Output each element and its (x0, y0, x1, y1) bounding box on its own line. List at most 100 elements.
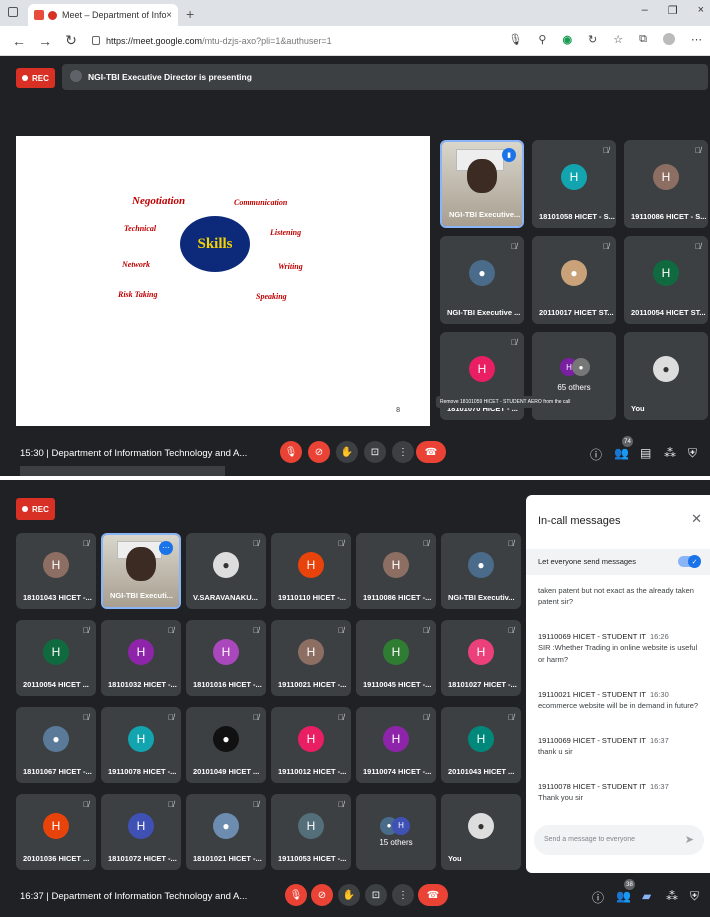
chat-message: 19110078 HICET - STUDENT IT 16:37 Thank y… (538, 781, 702, 804)
participant-tile[interactable]: 🎙̸ H 19110053 HICET -... (271, 794, 351, 870)
camera-toggle-button[interactable]: ⊘ (311, 884, 333, 906)
back-arrow-icon[interactable]: ← (12, 33, 26, 49)
host-controls-icon[interactable]: ⛨ (688, 446, 697, 461)
mic-indicator-icon[interactable]: 🎙 (508, 33, 522, 46)
participant-tile[interactable]: 🎙̸ H 19110110 HICET -... (271, 533, 351, 609)
participant-tile[interactable]: 🎙̸ ● NGI-TBI Executiv... (441, 533, 521, 609)
meet-session-grid: REC 🎙̸ H 18101043 HICET -... ⋯ NGI-TBI E… (0, 480, 710, 917)
meeting-info-icon[interactable]: ⓘ (592, 889, 604, 906)
mic-off-icon: 🎙̸ (603, 242, 609, 251)
more-options-button[interactable]: ⋮ (392, 441, 414, 463)
participant-tile[interactable]: 🎙̸ H 18101072 HICET -... (101, 794, 181, 870)
participant-tile[interactable]: 🎙̸ H 19110086 HICET - S... (624, 140, 708, 228)
participant-tile[interactable]: 🎙̸ ● 20101049 HICET ... (186, 707, 266, 783)
participant-name: NGI-TBI Executive ... (447, 308, 521, 317)
participant-tile[interactable]: ▮ NGI-TBI Executive... (440, 140, 524, 228)
participant-tile[interactable]: 🎙̸ H 19110074 HICET -... (356, 707, 436, 783)
participant-tile[interactable]: 🎙̸ H 18101032 HICET -... (101, 620, 181, 696)
others-tile[interactable]: ● H 15 others (356, 794, 436, 870)
refresh-icon[interactable]: ↻ (588, 33, 597, 46)
camera-toggle-button[interactable]: ⊘ (308, 441, 330, 463)
participant-avatar: H (653, 259, 679, 286)
let-everyone-toggle[interactable]: ✓ (678, 555, 701, 568)
present-button[interactable]: ⊡ (364, 441, 386, 463)
minimize-button[interactable]: – (642, 4, 648, 17)
chat-sender: 19110021 HICET - STUDENT IT (538, 690, 646, 699)
participant-tile[interactable]: 🎙̸ ● V.SARAVANAKU... (186, 533, 266, 609)
participant-tile[interactable]: 🎙̸ H 20110054 HICET ... (16, 620, 96, 696)
people-icon[interactable]: 👥 (616, 889, 631, 903)
activities-icon[interactable]: ⁂ (664, 446, 676, 460)
profile-icon[interactable] (663, 33, 675, 45)
meeting-time-title: 15:30 | Department of Information Techno… (20, 448, 248, 459)
participant-tile[interactable]: 🎙̸ H 18101027 HICET -... (441, 620, 521, 696)
participant-tile[interactable]: 🎙̸ H 19110045 HICET -... (356, 620, 436, 696)
participant-avatar-image: ● (43, 725, 69, 752)
participant-tile[interactable]: 🎙̸ H 19110086 HICET -... (356, 533, 436, 609)
chat-icon[interactable]: ▰ (642, 889, 651, 903)
presenting-text: NGI-TBI Executive Director is presenting (88, 72, 252, 82)
shared-slide: Negotiation Communication Technical List… (16, 136, 430, 426)
raise-hand-button[interactable]: ✋ (338, 884, 360, 906)
participant-tile[interactable]: 🎙̸ H 18101043 HICET -... (16, 533, 96, 609)
raise-hand-button[interactable]: ✋ (336, 441, 358, 463)
participant-name: 20110054 HICET ... (23, 680, 89, 689)
participant-tile[interactable]: 🎙̸ ● 20110017 HICET ST... (532, 236, 616, 324)
close-chat-icon[interactable]: ✕ (691, 511, 702, 527)
forward-arrow-icon[interactable]: → (38, 33, 52, 49)
participant-tile[interactable]: 🎙̸ H 19110021 HICET -... (271, 620, 351, 696)
more-options-button[interactable]: ⋮ (392, 884, 414, 906)
extension-icon[interactable]: ◉ (562, 33, 572, 46)
favorites-icon[interactable]: ☆ (613, 33, 623, 46)
end-call-button[interactable]: ☎ (418, 884, 448, 906)
slide-word: Technical (124, 224, 157, 233)
chat-sender: 19110078 HICET - STUDENT IT (538, 782, 646, 791)
present-button[interactable]: ⊡ (365, 884, 387, 906)
participant-tile[interactable]: 🎙̸ H 20110054 HICET ST... (624, 236, 708, 324)
meeting-info-icon[interactable]: ⓘ (590, 446, 602, 463)
participant-tile[interactable]: 🎙̸ H 20101043 HICET ... (441, 707, 521, 783)
meet-session-presenting: REC NGI-TBI Executive Director is presen… (0, 56, 710, 476)
self-tile[interactable]: ● You (441, 794, 521, 870)
tracking-icon[interactable]: ⚲ (538, 33, 546, 46)
people-icon[interactable]: 👥 (614, 446, 629, 460)
participant-tile[interactable]: 🎙̸ ● 18101021 HICET -... (186, 794, 266, 870)
mic-off-icon: 🎙̸ (338, 800, 344, 809)
self-label: You (448, 854, 462, 863)
chat-message-input[interactable]: Send a message to everyone ➤ (534, 825, 704, 855)
url-field[interactable]: https://meet.google.com/mtu-dzjs-axo?pli… (92, 36, 532, 46)
close-window-button[interactable]: × (698, 4, 704, 17)
reload-icon[interactable]: ↻ (64, 32, 78, 49)
chat-icon[interactable]: ▤ (640, 446, 651, 460)
self-tile[interactable]: ● You (624, 332, 708, 420)
mic-toggle-button[interactable]: 🎙 (280, 441, 302, 463)
tab-close-icon[interactable]: × (166, 10, 172, 21)
more-menu-icon[interactable]: ⋯ (691, 33, 702, 46)
participant-tile[interactable]: 🎙̸ H 19110078 HICET -... (101, 707, 181, 783)
new-tab-button[interactable]: + (186, 6, 194, 22)
browser-tab[interactable]: Meet – Department of Infor × (28, 4, 178, 26)
mic-off-icon: 🎙̸ (338, 713, 344, 722)
participant-name: 20101036 HICET ... (23, 854, 90, 863)
host-controls-icon[interactable]: ⛨ (690, 889, 699, 904)
slide-word: Speaking (256, 292, 287, 301)
remove-participant-tooltip: Remove 18101059 HICET - STUDENT AERO fro… (436, 396, 592, 408)
participant-tile[interactable]: ⋯ NGI-TBI Executi... (101, 533, 181, 609)
activities-icon[interactable]: ⁂ (666, 889, 678, 903)
participant-tile[interactable]: 🎙̸ H 20101036 HICET ... (16, 794, 96, 870)
mic-off-icon: 🎙̸ (423, 539, 429, 548)
tab-actions-icon[interactable] (8, 7, 18, 17)
participant-tile[interactable]: 🎙̸ H 19110012 HICET -... (271, 707, 351, 783)
participant-tile[interactable]: 🎙̸ H 18101016 HICET -... (186, 620, 266, 696)
chat-text: ecommerce website will be in demand in f… (538, 701, 699, 711)
send-icon[interactable]: ➤ (685, 833, 694, 846)
participant-tile[interactable]: 🎙̸ ● 18101067 HICET -... (16, 707, 96, 783)
maximize-button[interactable]: ❐ (668, 4, 678, 17)
mic-toggle-button[interactable]: 🎙 (285, 884, 307, 906)
participant-name: NGI-TBI Executiv... (448, 593, 515, 602)
participant-tile[interactable]: 🎙̸ ● NGI-TBI Executive ... (440, 236, 524, 324)
participant-tile[interactable]: 🎙̸ H 18101058 HICET - S... (532, 140, 616, 228)
collections-icon[interactable]: ⧉ (639, 33, 647, 46)
end-call-button[interactable]: ☎ (416, 441, 446, 463)
chat-sender: 19110069 HICET - STUDENT IT (538, 736, 646, 745)
